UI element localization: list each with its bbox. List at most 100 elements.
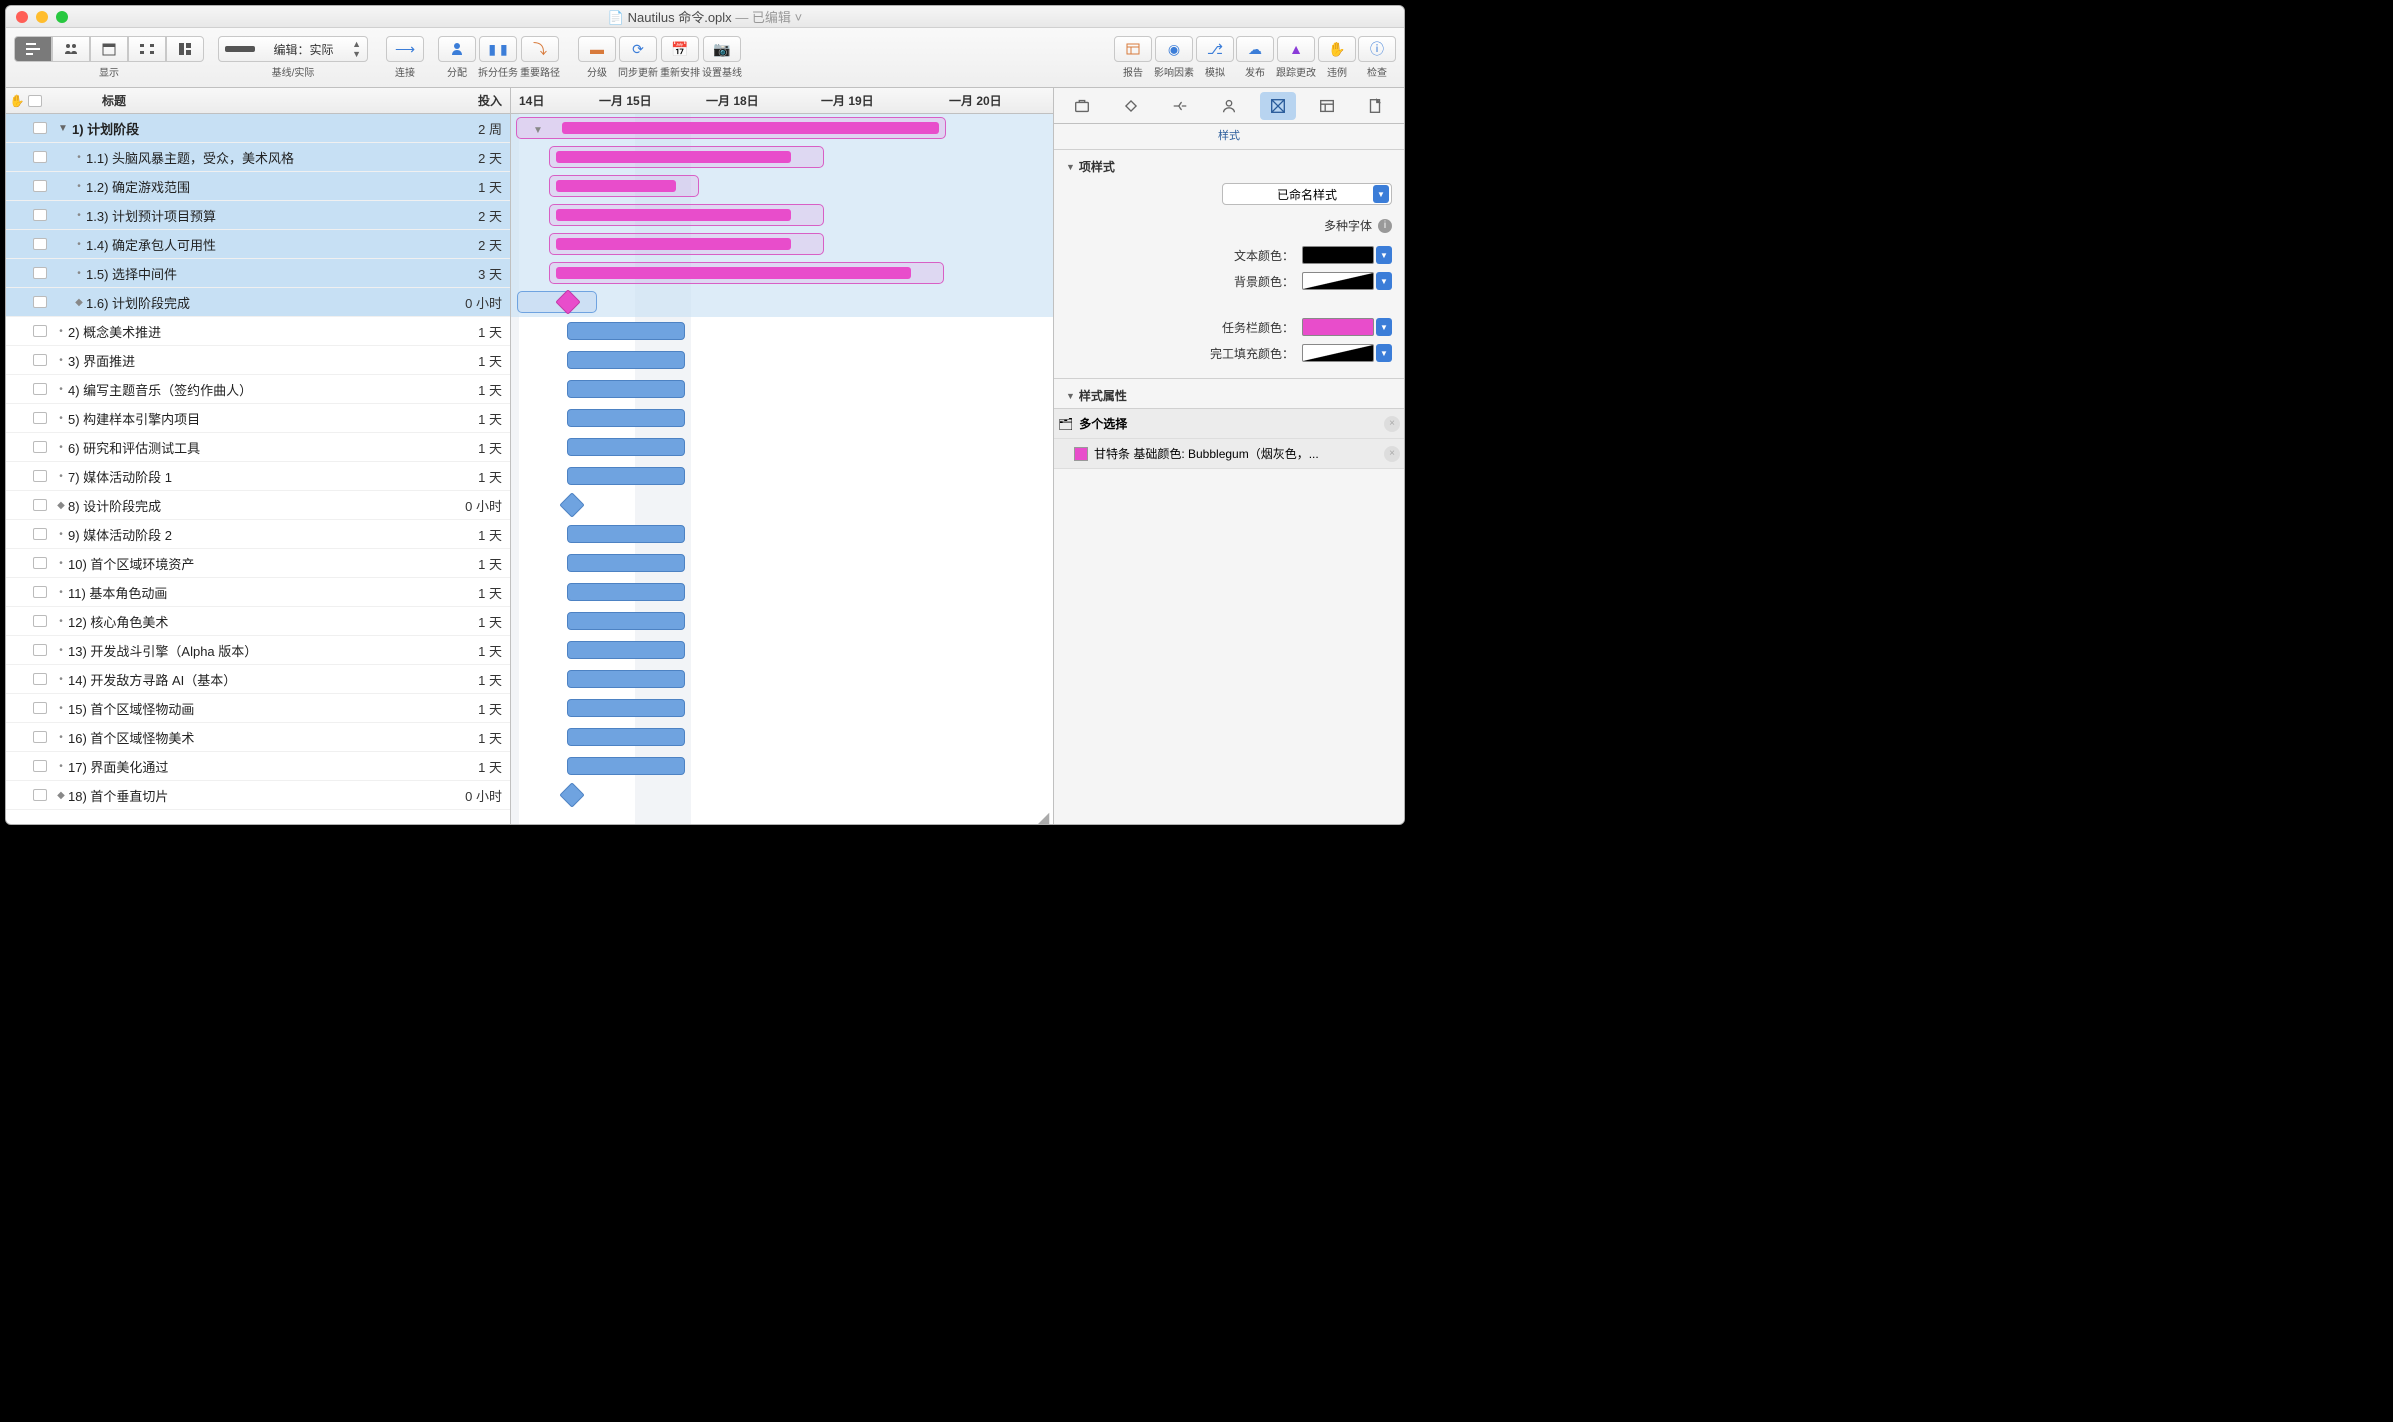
note-icon[interactable] (33, 673, 47, 685)
gantt-task-bar[interactable] (567, 670, 685, 688)
section-title-attrs[interactable]: ▼样式属性 (1066, 387, 1392, 404)
gantt-row[interactable] (511, 317, 1053, 346)
publish-button[interactable]: ☁ (1236, 36, 1274, 62)
gantt-row[interactable] (511, 781, 1053, 810)
gantt-task-bar[interactable]: .r4::before{width:235px!important} (549, 233, 824, 255)
inspector-tab-style[interactable] (1260, 92, 1296, 120)
violation-button[interactable]: ✋ (1318, 36, 1356, 62)
outline-row[interactable]: •1.2) 确定游戏范围1 天 (6, 172, 510, 201)
baseline-segment[interactable]: 编辑：实际 ▲▼ (218, 36, 368, 62)
gantt-row[interactable] (511, 462, 1053, 491)
note-icon[interactable] (33, 325, 47, 337)
gantt-task-bar[interactable]: .r5::before{width:355px!important} (549, 262, 944, 284)
set-baseline-button[interactable]: 📷 (703, 36, 741, 62)
gantt-task-bar[interactable] (567, 380, 685, 398)
gantt-row[interactable]: .r5::before{width:355px!important} (511, 259, 1053, 288)
gantt-task-bar[interactable]: .r2::before{width:120px!important} (549, 175, 699, 197)
gantt-row[interactable] (511, 752, 1053, 781)
gantt-milestone[interactable] (559, 492, 584, 517)
gantt-row[interactable] (511, 288, 1053, 317)
gantt-task-bar[interactable]: .r3::before{width:235px!important} (549, 204, 824, 226)
outline-row[interactable]: •13) 开发战斗引擎（Alpha 版本）1 天 (6, 636, 510, 665)
gantt-row[interactable] (511, 578, 1053, 607)
section-title-item-style[interactable]: ▼项样式 (1066, 158, 1392, 175)
gantt-task-bar[interactable] (567, 612, 685, 630)
gantt-task-bar[interactable] (567, 728, 685, 746)
gantt-task-bar[interactable] (567, 467, 685, 485)
fill-color-picker[interactable]: ▼ (1376, 344, 1392, 362)
view-styles-button[interactable] (166, 36, 204, 62)
factors-button[interactable]: ◉ (1155, 36, 1193, 62)
gantt-row[interactable]: ▼ (511, 114, 1053, 143)
gantt-row[interactable] (511, 723, 1053, 752)
outline-row[interactable]: •4) 编写主题音乐（签约作曲人）1 天 (6, 375, 510, 404)
gantt-row[interactable] (511, 491, 1053, 520)
gantt-body[interactable]: ◢ ▼.r1::before{width:235px!important}.r2… (511, 114, 1053, 824)
gantt-row[interactable] (511, 636, 1053, 665)
note-icon[interactable] (33, 180, 47, 192)
gantt-row[interactable]: .r1::before{width:235px!important} (511, 143, 1053, 172)
note-icon[interactable] (33, 760, 47, 772)
level-button[interactable]: ▬ (578, 36, 616, 62)
clear-icon[interactable]: × (1384, 416, 1400, 432)
close-window-button[interactable] (16, 11, 28, 23)
inspector-tab-milestone[interactable] (1113, 92, 1149, 120)
outline-row[interactable]: ◆18) 首个垂直切片0 小时 (6, 781, 510, 810)
note-icon[interactable] (33, 702, 47, 714)
zoom-window-button[interactable] (56, 11, 68, 23)
gantt-row[interactable]: .r2::before{width:120px!important} (511, 172, 1053, 201)
gantt-task-bar[interactable] (567, 554, 685, 572)
inspector-tab-dependency[interactable] (1162, 92, 1198, 120)
outline-row[interactable]: ▼1) 计划阶段2 周 (6, 114, 510, 143)
inspector-tab-resource[interactable] (1211, 92, 1247, 120)
note-icon[interactable] (33, 499, 47, 511)
outline-row[interactable]: •5) 构建样本引擎内项目1 天 (6, 404, 510, 433)
simulate-button[interactable]: ⎇ (1196, 36, 1234, 62)
connect-button[interactable]: ⟶ (386, 36, 424, 62)
gantt-task-bar[interactable] (567, 757, 685, 775)
outline-row[interactable]: •1.3) 计划预计项目预算2 天 (6, 201, 510, 230)
gantt-row[interactable] (511, 520, 1053, 549)
named-style-select[interactable]: 已命名样式▼ (1222, 183, 1392, 205)
inspector-tab-attachment[interactable] (1357, 92, 1393, 120)
note-icon[interactable] (33, 238, 47, 250)
outline-row[interactable]: •2) 概念美术推进1 天 (6, 317, 510, 346)
gantt-task-bar[interactable] (567, 641, 685, 659)
bg-color-swatch[interactable] (1302, 272, 1374, 290)
outline-row[interactable]: •1.4) 确定承包人可用性2 天 (6, 230, 510, 259)
outline-row[interactable]: •11) 基本角色动画1 天 (6, 578, 510, 607)
outline-row[interactable]: •1.1) 头脑风暴主题，受众，美术风格2 天 (6, 143, 510, 172)
sync-button[interactable]: ⟳ (619, 36, 657, 62)
gantt-pane[interactable]: 14日 一月 15日 一月 18日 一月 19日 一月 20日 ◢ ▼.r1::… (511, 88, 1054, 824)
outline-row[interactable]: •6) 研究和评估测试工具1 天 (6, 433, 510, 462)
note-icon[interactable] (33, 557, 47, 569)
outline-row[interactable]: •9) 媒体活动阶段 21 天 (6, 520, 510, 549)
text-color-picker[interactable]: ▼ (1376, 246, 1392, 264)
outline-row[interactable]: •17) 界面美化通过1 天 (6, 752, 510, 781)
gantt-task-bar[interactable] (567, 322, 685, 340)
gantt-task-bar[interactable] (567, 351, 685, 369)
report-button[interactable] (1114, 36, 1152, 62)
gantt-row[interactable] (511, 694, 1053, 723)
outline-row[interactable]: •10) 首个区域环境资产1 天 (6, 549, 510, 578)
info-icon[interactable]: i (1378, 219, 1392, 233)
minimize-window-button[interactable] (36, 11, 48, 23)
gantt-row[interactable] (511, 346, 1053, 375)
outline-rows[interactable]: ▼1) 计划阶段2 周•1.1) 头脑风暴主题，受众，美术风格2 天•1.2) … (6, 114, 510, 824)
inspector-tab-custom[interactable] (1309, 92, 1345, 120)
gantt-row[interactable] (511, 607, 1053, 636)
text-color-swatch[interactable] (1302, 246, 1374, 264)
note-icon[interactable] (33, 470, 47, 482)
column-effort[interactable]: 投入 (440, 92, 510, 109)
note-icon[interactable] (33, 296, 47, 308)
note-icon[interactable] (33, 615, 47, 627)
note-icon[interactable] (33, 412, 47, 424)
bar-color-swatch[interactable] (1302, 318, 1374, 336)
gantt-row[interactable]: .r3::before{width:235px!important} (511, 201, 1053, 230)
view-resources-button[interactable] (52, 36, 90, 62)
gantt-row[interactable] (511, 375, 1053, 404)
clear-attr-icon[interactable]: × (1384, 446, 1400, 462)
note-icon[interactable] (33, 209, 47, 221)
note-icon[interactable] (33, 122, 47, 134)
attr-row-gantt-bar[interactable]: 甘特条 基础颜色: Bubblegum（烟灰色，... × (1054, 439, 1404, 469)
